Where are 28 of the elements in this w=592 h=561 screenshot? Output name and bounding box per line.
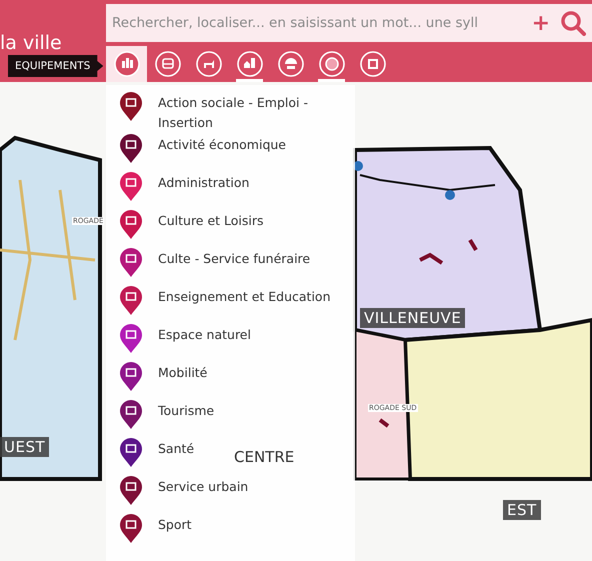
add-button[interactable]: + xyxy=(528,10,554,36)
menu-item-label[interactable]: Administration xyxy=(158,171,250,193)
search-icon xyxy=(560,10,586,36)
category-tab[interactable] xyxy=(106,46,147,82)
menu-item-label[interactable]: Action sociale - Emploi - Insertion xyxy=(158,91,347,133)
menu-item-label[interactable]: Culte - Service funéraire xyxy=(158,247,310,269)
bus-icon xyxy=(154,51,180,77)
menu-item-label[interactable]: Sport xyxy=(158,513,192,535)
menu-item-label[interactable]: Santé xyxy=(158,437,194,459)
menu-item-label[interactable]: Tourisme xyxy=(158,399,214,421)
search-input[interactable]: Rechercher, localiser... en saisissant un mot... une syll xyxy=(112,15,522,31)
building-icon xyxy=(114,51,140,77)
menu-item-label[interactable]: Service urbain xyxy=(158,475,248,497)
houses-icon xyxy=(236,51,262,77)
menu-item-label[interactable]: Mobilité xyxy=(158,361,208,383)
menu-item-label[interactable]: Enseignement et Education xyxy=(158,285,331,307)
district-label: UEST xyxy=(0,437,50,457)
district-label: CENTRE xyxy=(233,447,296,467)
menu-item-label[interactable]: Espace naturel xyxy=(158,323,251,345)
menu-item-label[interactable]: Activité économique xyxy=(158,133,286,155)
menu-item-label[interactable]: Culture et Loisirs xyxy=(158,209,264,231)
page-title: la ville xyxy=(0,32,63,54)
district-label: VILLENEUVE xyxy=(360,308,466,328)
tooltip: EQUIPEMENTS xyxy=(8,55,104,77)
stamp-icon xyxy=(360,51,386,77)
search-field[interactable]: Rechercher, localiser... en saisissant un mot... une syll + xyxy=(106,4,592,42)
district-label: EST xyxy=(503,500,541,520)
search-button[interactable] xyxy=(560,10,586,36)
